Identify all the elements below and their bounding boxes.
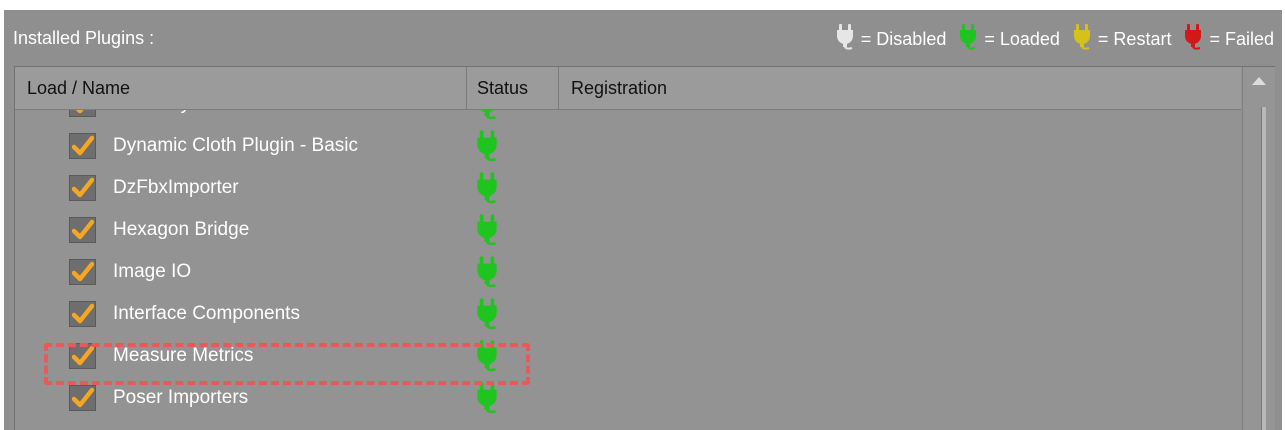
plug-loaded-icon bbox=[475, 256, 499, 293]
plug-loaded-icon bbox=[475, 130, 499, 167]
plugin-row[interactable]: Hexagon Bridge bbox=[15, 209, 1241, 251]
legend-label: = Failed bbox=[1209, 29, 1274, 49]
load-checkbox[interactable] bbox=[69, 343, 96, 369]
plugin-row[interactable]: Dynamic Cloth Plugin - Basic bbox=[15, 125, 1241, 167]
plugin-name: Poser Importers bbox=[113, 387, 249, 408]
plug-loaded-icon bbox=[475, 340, 499, 377]
plugin-name: Interface Components bbox=[113, 303, 300, 324]
plugin-name: Dynamic Cloth Plugin - Basic bbox=[113, 135, 358, 156]
legend-item: = Failed bbox=[1183, 24, 1274, 55]
installed-plugins-panel: Installed Plugins : = Disabled = Loaded = … bbox=[4, 10, 1282, 430]
legend-item: = Loaded bbox=[958, 24, 1060, 55]
column-header-load-name[interactable]: Load / Name bbox=[15, 67, 467, 109]
scrollbar-track[interactable] bbox=[1261, 107, 1266, 430]
column-header-status[interactable]: Status bbox=[467, 67, 559, 109]
plug-loaded-icon bbox=[475, 172, 499, 209]
plugin-name: Hexagon Bridge bbox=[113, 219, 250, 240]
plug-restart-icon bbox=[1072, 24, 1098, 55]
plugin-rows-viewport: Draw Styles Dynamic Cloth Plugin - Basic D… bbox=[15, 110, 1241, 430]
legend-label: = Disabled bbox=[860, 29, 947, 49]
plugins-topbar: Installed Plugins : = Disabled = Loaded = … bbox=[4, 10, 1282, 66]
load-checkbox[interactable] bbox=[69, 301, 96, 327]
installed-plugins-title: Installed Plugins : bbox=[13, 28, 155, 48]
plugin-row[interactable]: Draw Styles bbox=[15, 110, 1241, 125]
plug-loaded-icon bbox=[475, 382, 499, 419]
plug-failed-icon bbox=[1183, 24, 1209, 55]
plugin-list: Load / Name Status Registration Draw Sty… bbox=[14, 66, 1275, 430]
load-checkbox[interactable] bbox=[69, 133, 96, 159]
status-legend: = Disabled = Loaded = Restart = Failed bbox=[823, 24, 1274, 55]
load-checkbox[interactable] bbox=[69, 110, 96, 117]
plugin-row[interactable]: Image IO bbox=[15, 251, 1241, 293]
legend-label: = Loaded bbox=[984, 29, 1060, 49]
load-checkbox[interactable] bbox=[69, 259, 96, 285]
plug-loaded-icon bbox=[475, 298, 499, 335]
plugin-row[interactable]: Measure Metrics bbox=[15, 335, 1241, 377]
plugin-name: Measure Metrics bbox=[113, 345, 254, 366]
plugin-list-header: Load / Name Status Registration bbox=[15, 67, 1241, 110]
plugin-row[interactable]: DzFbxImporter bbox=[15, 167, 1241, 209]
legend-item: = Restart bbox=[1072, 24, 1172, 55]
plugin-rows: Draw Styles Dynamic Cloth Plugin - Basic D… bbox=[15, 110, 1241, 419]
plug-loaded-icon bbox=[958, 24, 984, 55]
plug-loaded-icon bbox=[475, 214, 499, 251]
plugin-name: Draw Styles bbox=[113, 110, 214, 115]
plugin-name: DzFbxImporter bbox=[113, 177, 239, 198]
load-checkbox[interactable] bbox=[69, 217, 96, 243]
plugin-row[interactable]: Poser Importers bbox=[15, 377, 1241, 419]
legend-item: = Disabled bbox=[835, 24, 947, 55]
legend-label: = Restart bbox=[1097, 29, 1172, 49]
plugin-name: Image IO bbox=[113, 261, 192, 282]
column-header-registration[interactable]: Registration bbox=[559, 67, 1241, 109]
plug-loaded-icon bbox=[475, 110, 499, 125]
plugin-row[interactable]: Interface Components bbox=[15, 293, 1241, 335]
vertical-scrollbar[interactable] bbox=[1242, 67, 1275, 430]
plug-disabled-icon bbox=[835, 24, 861, 55]
scroll-up-arrow-icon[interactable] bbox=[1252, 77, 1266, 85]
load-checkbox[interactable] bbox=[69, 385, 96, 411]
load-checkbox[interactable] bbox=[69, 175, 96, 201]
